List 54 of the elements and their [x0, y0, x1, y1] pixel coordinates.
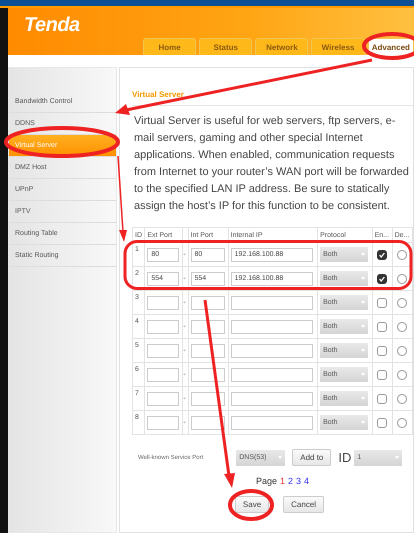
- input-field[interactable]: [190, 416, 225, 430]
- delete-checkbox[interactable]: [397, 418, 408, 428]
- input-field[interactable]: [147, 368, 180, 382]
- input-field[interactable]: [147, 320, 180, 334]
- nav-tab[interactable]: Advanced: [368, 38, 414, 55]
- input-field[interactable]: [147, 344, 180, 358]
- page-label: Page: [256, 476, 277, 486]
- save-button[interactable]: Save: [234, 496, 270, 513]
- enable-checkbox[interactable]: [377, 418, 388, 428]
- page-link[interactable]: 1: [280, 476, 285, 486]
- highlight-ellipse: [228, 489, 274, 521]
- input-field[interactable]: [230, 344, 313, 358]
- input-field[interactable]: [230, 296, 313, 310]
- delete-checkbox[interactable]: [397, 322, 408, 332]
- input-field[interactable]: [147, 392, 180, 406]
- input-field[interactable]: [190, 296, 225, 310]
- input-field[interactable]: [190, 368, 225, 382]
- delete-checkbox[interactable]: [397, 298, 408, 308]
- input-field[interactable]: [190, 392, 225, 406]
- input-field[interactable]: [230, 320, 313, 334]
- delete-checkbox[interactable]: [397, 394, 408, 404]
- input-field[interactable]: [230, 392, 313, 406]
- input-field[interactable]: [230, 416, 313, 430]
- nav-tab[interactable]: Status: [199, 38, 252, 55]
- check-icon: [378, 274, 386, 282]
- input-field[interactable]: [147, 416, 180, 430]
- input-field[interactable]: [190, 344, 225, 358]
- delete-checkbox[interactable]: [397, 250, 408, 260]
- id-label: ID: [338, 450, 352, 465]
- input-field[interactable]: [190, 320, 225, 334]
- page-link[interactable]: 4: [304, 476, 310, 486]
- enable-checkbox[interactable]: [377, 346, 388, 356]
- cancel-button[interactable]: Cancel: [283, 496, 324, 513]
- page-link[interactable]: 2: [288, 476, 294, 486]
- section-title: Virtual Server: [132, 90, 413, 106]
- enable-checkbox[interactable]: [377, 298, 388, 308]
- input-field[interactable]: [147, 296, 180, 310]
- description-text: Virtual Server is useful for web servers, ftp servers, e-mail servers, gaming and other special Internet applications. When enabled, communication requests from Internet to your router’s WAN port will be forwarded to the specified LAN IP address. Be sure to statically assign the host’s IP for this function to be consistent.: [134, 114, 410, 214]
- delete-checkbox[interactable]: [397, 274, 408, 284]
- delete-checkbox[interactable]: [397, 346, 408, 356]
- nav-tab[interactable]: Home: [143, 38, 196, 55]
- input-field[interactable]: [230, 368, 313, 382]
- nav-tab[interactable]: Wireless: [311, 38, 365, 55]
- enable-checkbox[interactable]: [377, 322, 388, 332]
- enable-checkbox[interactable]: [377, 250, 388, 260]
- page-link[interactable]: 3: [296, 476, 302, 486]
- nav-tab[interactable]: Network: [255, 38, 308, 55]
- check-icon: [378, 250, 386, 258]
- enable-checkbox[interactable]: [377, 394, 388, 404]
- enable-checkbox[interactable]: [377, 274, 388, 284]
- delete-checkbox[interactable]: [397, 370, 408, 380]
- add-to-button[interactable]: Add to: [292, 449, 332, 466]
- enable-checkbox[interactable]: [377, 370, 388, 380]
- logo: Tenda: [24, 14, 80, 37]
